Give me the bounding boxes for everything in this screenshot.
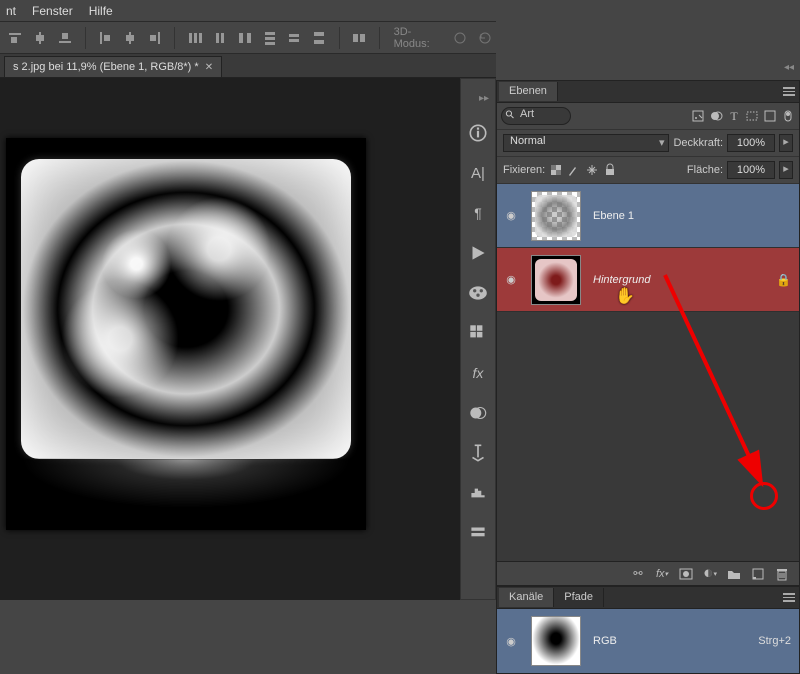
distribute-icon-1[interactable] — [185, 28, 204, 48]
delete-layer-icon[interactable] — [775, 567, 789, 581]
align-icon-4[interactable] — [96, 28, 115, 48]
menu-hilfe[interactable]: Hilfe — [89, 4, 113, 18]
align-icon-6[interactable] — [145, 28, 164, 48]
filter-toggle-icon[interactable] — [781, 109, 795, 123]
3d-orbit-icon[interactable] — [450, 28, 469, 48]
navigator-panel-icon[interactable] — [467, 442, 489, 464]
channel-name: RGB — [593, 635, 758, 647]
opacity-slider-toggle[interactable]: ▸ — [779, 134, 793, 152]
channels-tab[interactable]: Kanäle — [499, 588, 554, 607]
channels-panel: Kanäle Pfade ◉ RGB Strg+2 — [496, 586, 800, 674]
panel-menu-icon[interactable] — [783, 593, 795, 602]
align-icon-5[interactable] — [121, 28, 140, 48]
channel-row[interactable]: ◉ RGB Strg+2 — [497, 609, 799, 673]
visibility-icon[interactable]: ◉ — [503, 273, 519, 286]
fill-value[interactable]: 100% — [727, 161, 775, 179]
paths-tab[interactable]: Pfade — [554, 588, 604, 607]
document-canvas[interactable] — [6, 138, 366, 530]
3d-mode-label: 3D-Modus: — [394, 26, 445, 50]
layer-name[interactable]: Hintergrund — [593, 274, 776, 286]
layers-tab[interactable]: Ebenen — [499, 82, 558, 101]
collapse-panels-icon[interactable]: ◂◂ — [784, 62, 794, 73]
align-icon-1[interactable] — [6, 28, 25, 48]
blend-opacity-row: Normal Deckkraft: 100% ▸ — [497, 130, 799, 157]
distribute-icon-6[interactable] — [310, 28, 329, 48]
lock-fill-row: Fixieren: Fläche: 100% ▸ — [497, 157, 799, 184]
opacity-label: Deckkraft: — [673, 137, 723, 149]
document-tab-label: s 2.jpg bei 11,9% (Ebene 1, RGB/8*) * — [13, 61, 199, 73]
actions-panel-icon[interactable] — [467, 522, 489, 544]
new-layer-icon[interactable] — [751, 567, 765, 581]
filter-shape-icon[interactable] — [745, 109, 759, 123]
link-layers-icon[interactable]: ⚯ — [631, 567, 645, 581]
close-icon[interactable]: ✕ — [205, 62, 213, 73]
blend-mode-select[interactable]: Normal — [503, 134, 669, 152]
visibility-icon[interactable]: ◉ — [503, 635, 519, 648]
styles-panel-icon[interactable]: fx — [467, 362, 489, 384]
adjustment-layer-icon[interactable]: ▾ — [703, 567, 717, 581]
color-panel-icon[interactable] — [467, 282, 489, 304]
swatches-panel-icon[interactable] — [467, 322, 489, 344]
fill-slider-toggle[interactable]: ▸ — [779, 161, 793, 179]
info-panel-icon[interactable] — [467, 122, 489, 144]
layer-filter-row: Art T — [497, 103, 799, 130]
auto-align-icon[interactable] — [350, 28, 369, 48]
layer-thumbnail[interactable] — [531, 191, 581, 241]
lock-pixels-icon[interactable] — [567, 163, 581, 177]
distribute-icon-4[interactable] — [260, 28, 279, 48]
fill-label: Fläche: — [687, 164, 723, 176]
lock-icon[interactable]: 🔒 — [776, 273, 791, 287]
layer-fx-icon[interactable]: fx▾ — [655, 567, 669, 581]
expand-dock-icon[interactable]: ▸▸ — [479, 93, 495, 104]
canvas-area — [0, 78, 460, 600]
menu-truncated[interactable]: nt — [6, 4, 16, 18]
lock-transparency-icon[interactable] — [549, 163, 563, 177]
layer-group-icon[interactable] — [727, 567, 741, 581]
distribute-icon-2[interactable] — [210, 28, 229, 48]
menu-fenster[interactable]: Fenster — [32, 4, 73, 18]
distribute-icon-5[interactable] — [285, 28, 304, 48]
adjustments-panel-icon[interactable] — [467, 402, 489, 424]
histogram-panel-icon[interactable] — [467, 482, 489, 504]
lock-position-icon[interactable] — [585, 163, 599, 177]
lock-all-icon[interactable] — [603, 163, 617, 177]
channel-thumbnail[interactable] — [531, 616, 581, 666]
layer-list: ◉ Ebene 1 ◉ Hintergrund 🔒 — [497, 184, 799, 561]
filter-type-icon[interactable]: T — [727, 109, 741, 123]
3d-roll-icon[interactable] — [475, 28, 494, 48]
layers-panel-header: Ebenen — [497, 81, 799, 103]
filter-pixel-icon[interactable] — [691, 109, 705, 123]
filter-smart-icon[interactable] — [763, 109, 777, 123]
channel-shortcut: Strg+2 — [758, 635, 791, 647]
opacity-value[interactable]: 100% — [727, 134, 775, 152]
panel-dock: ▸▸ A| ¶ fx — [460, 78, 496, 600]
layer-row[interactable]: ◉ Ebene 1 — [497, 184, 799, 248]
layer-thumbnail[interactable] — [531, 255, 581, 305]
layer-row[interactable]: ◉ Hintergrund 🔒 — [497, 248, 799, 312]
distribute-icon-3[interactable] — [235, 28, 254, 48]
hand-cursor-icon: ✋ — [615, 286, 635, 306]
play-panel-icon[interactable] — [467, 242, 489, 264]
align-icon-2[interactable] — [31, 28, 50, 48]
image-content — [21, 159, 351, 459]
layer-mask-icon[interactable] — [679, 567, 693, 581]
image-reflection — [21, 459, 351, 509]
align-icon-3[interactable] — [56, 28, 75, 48]
layer-filter-type[interactable]: Art — [501, 107, 571, 125]
panel-menu-icon[interactable] — [783, 87, 795, 96]
visibility-icon[interactable]: ◉ — [503, 209, 519, 222]
layer-name[interactable]: Ebene 1 — [593, 210, 791, 222]
character-panel-icon[interactable]: A| — [467, 162, 489, 184]
document-tab[interactable]: s 2.jpg bei 11,9% (Ebene 1, RGB/8*) * ✕ — [4, 56, 222, 77]
filter-adjust-icon[interactable] — [709, 109, 723, 123]
layers-footer: ⚯ fx▾ ▾ — [497, 561, 799, 585]
lock-label: Fixieren: — [503, 164, 545, 176]
paragraph-panel-icon[interactable]: ¶ — [467, 202, 489, 224]
